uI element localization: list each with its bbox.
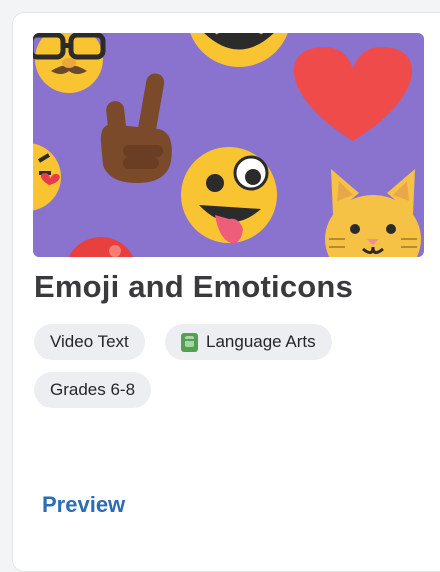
card-title: Emoji and Emoticons	[34, 269, 354, 304]
tag-language-arts[interactable]: Language Arts	[165, 324, 332, 360]
preview-link[interactable]: Preview	[42, 492, 125, 518]
tag-label: Language Arts	[206, 332, 316, 351]
tag-video-text[interactable]: Video Text	[34, 324, 145, 360]
tongue-face-icon	[181, 147, 277, 244]
content-card[interactable]: Emoji and Emoticons Video Text Language …	[12, 12, 440, 572]
hero-image[interactable]	[33, 33, 424, 257]
tag-label: Grades 6-8	[50, 380, 136, 399]
book-icon	[181, 332, 198, 352]
tag-label: Video Text	[50, 332, 129, 351]
tag-grades[interactable]: Grades 6-8	[34, 372, 152, 408]
